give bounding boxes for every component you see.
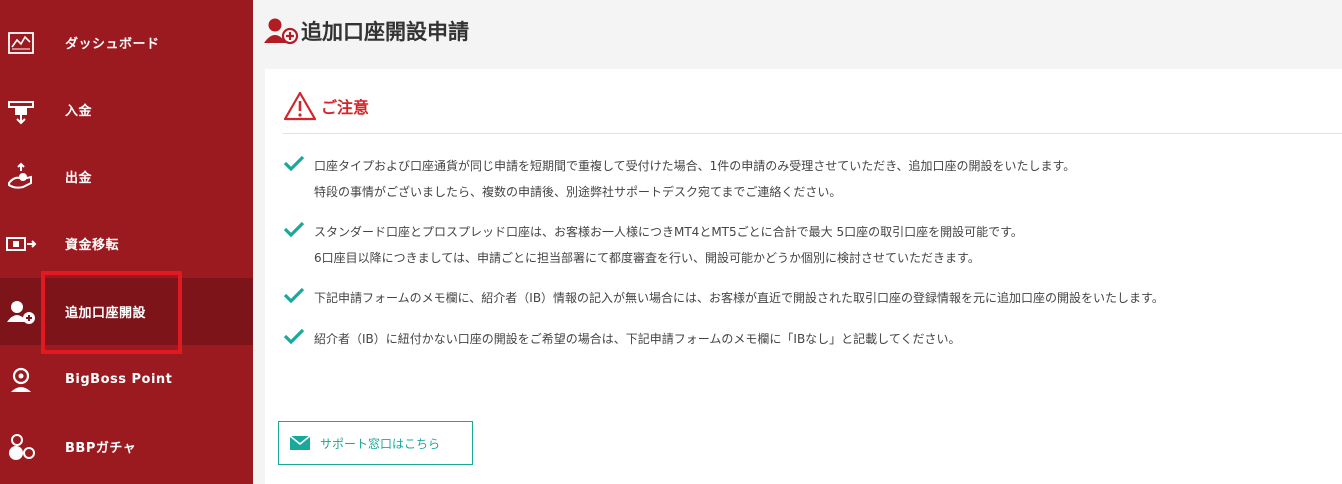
notice-text: スタンダード口座とプロスプレッド口座は、お客様お一人様につきMT4とMT5ごとに… [314, 225, 1023, 239]
sidebar-item-label: ダッシュボード [65, 37, 160, 52]
notice-item: スタンダード口座とプロスプレッド口座は、お客様お一人様につきMT4とMT5ごとに… [283, 219, 1023, 271]
withdraw-icon [4, 160, 38, 194]
notice-text: 口座タイプおよび口座通貨が同じ申請を短期間で重複して受付けた場合、1件の申請のみ… [314, 159, 1076, 173]
page-header: 追加口座開設申請 [253, 0, 1342, 62]
add-account-icon [4, 295, 38, 329]
sidebar-item-label: 出金 [65, 171, 93, 186]
notice-text: 紹介者（IB）に紐付かない口座の開設をご希望の場合は、下記申請フォームのメモ欄に… [314, 332, 961, 346]
point-icon [4, 363, 38, 397]
support-button[interactable]: サポート窓口はこちら [278, 421, 473, 465]
notice-text: 6口座目以降につきましては、申請ごとに担当部署にて都度審査を行い、開設可能かどう… [314, 251, 980, 265]
sidebar-item-withdraw[interactable]: 出金 [0, 143, 253, 210]
mail-icon [290, 436, 310, 450]
sidebar-item-bbp-gacha[interactable]: BBPガチャ [0, 413, 253, 480]
sidebar-item-label: 入金 [65, 104, 93, 119]
check-icon [283, 155, 305, 172]
sidebar-item-label: 追加口座開設 [65, 306, 147, 321]
sidebar: ダッシュボード 入金 出金 資金移転 追加口座開設 BigBoss Point [0, 0, 253, 484]
dashboard-chart-icon [4, 26, 38, 60]
gacha-icon [4, 430, 38, 464]
notice-text: 下記申請フォームのメモ欄に、紹介者（IB）情報の記入が無い場合には、お客様が直近… [314, 291, 1164, 305]
notice-item: 紹介者（IB）に紐付かない口座の開設をご希望の場合は、下記申請フォームのメモ欄に… [283, 326, 960, 352]
add-account-icon [264, 18, 299, 45]
sidebar-item-label: BigBoss Point [65, 372, 173, 387]
warning-icon [283, 91, 317, 121]
check-icon [283, 287, 305, 304]
check-icon [283, 328, 305, 345]
content-panel: ご注意 口座タイプおよび口座通貨が同じ申請を短期間で重複して受付けた場合、1件の… [265, 69, 1342, 484]
sidebar-item-deposit[interactable]: 入金 [0, 76, 253, 143]
divider [283, 133, 1342, 134]
sidebar-item-label: 資金移転 [65, 238, 120, 253]
support-button-label: サポート窓口はこちら [320, 436, 441, 451]
notice-item: 口座タイプおよび口座通貨が同じ申請を短期間で重複して受付けた場合、1件の申請のみ… [283, 153, 1075, 205]
transfer-icon [4, 227, 38, 261]
sidebar-item-transfer[interactable]: 資金移転 [0, 210, 253, 277]
deposit-icon [4, 93, 38, 127]
notice-text: 特段の事情がございましたら、複数の申請後、別途弊社サポートデスク宛てまでご連絡く… [314, 185, 842, 199]
check-icon [283, 221, 305, 238]
sidebar-item-label: BBPガチャ [65, 441, 137, 456]
sidebar-item-bigboss-point[interactable]: BigBoss Point [0, 346, 253, 413]
notice-item: 下記申請フォームのメモ欄に、紹介者（IB）情報の記入が無い場合には、お客様が直近… [283, 285, 1164, 311]
notice-heading: ご注意 [283, 91, 369, 121]
sidebar-item-add-account[interactable]: 追加口座開設 [0, 278, 253, 345]
notice-title: ご注意 [321, 98, 370, 117]
page-title: 追加口座開設申請 [301, 20, 469, 44]
sidebar-item-dashboard[interactable]: ダッシュボード [0, 9, 253, 76]
